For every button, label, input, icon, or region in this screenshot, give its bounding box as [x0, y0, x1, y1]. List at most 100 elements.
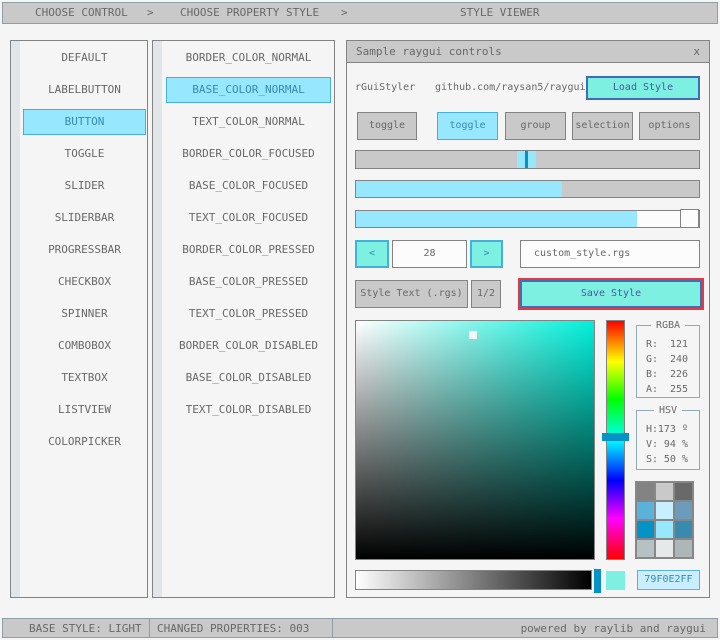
checkbox[interactable]	[680, 209, 699, 228]
list-item-base-color-disabled[interactable]: BASE_COLOR_DISABLED	[166, 365, 331, 391]
hsv-value-s: 50 %	[663, 454, 688, 465]
breadcrumb-choose-control: CHOOSE CONTROL	[35, 6, 128, 19]
control-list: DEFAULT LABELBUTTON BUTTON TOGGLE SLIDER…	[10, 40, 148, 598]
style-palette-grid	[635, 481, 694, 559]
toggle-button[interactable]: toggle	[357, 112, 417, 140]
alpha-bar[interactable]	[355, 570, 592, 590]
list-item-sliderbar[interactable]: SLIDERBAR	[23, 205, 146, 231]
color-picker-panel[interactable]	[355, 320, 595, 560]
rgba-row-a: A: 255	[637, 382, 699, 397]
hsv-row-h: H: 173 º	[637, 422, 699, 437]
list-item-border-color-pressed[interactable]: BORDER_COLOR_PRESSED	[166, 237, 331, 263]
changed-properties-label: CHANGED PROPERTIES: 003	[157, 622, 310, 635]
filename-input[interactable]: custom_style.rgs	[520, 240, 700, 268]
spinner-value[interactable]: 28	[392, 240, 467, 268]
rgba-row-r: R: 121	[637, 337, 699, 352]
slider-handle[interactable]	[517, 151, 537, 168]
save-style-focus-ring: Save Style	[518, 278, 704, 310]
breadcrumb-separator-icon: >	[147, 6, 154, 19]
list-item-base-color-pressed[interactable]: BASE_COLOR_PRESSED	[166, 269, 331, 295]
load-style-button[interactable]: Load Style	[586, 76, 700, 100]
list-item-button[interactable]: BUTTON	[23, 109, 146, 135]
top-status-bar: CHOOSE CONTROL > CHOOSE PROPERTY STYLE >…	[2, 2, 718, 24]
list-item-base-color-focused[interactable]: BASE_COLOR_FOCUSED	[166, 173, 331, 199]
palette-swatch-border-focused[interactable]	[637, 502, 654, 519]
list-item-listview[interactable]: LISTVIEW	[23, 397, 146, 423]
list-item-combobox[interactable]: COMBOBOX	[23, 333, 146, 359]
rgba-value-r: 121	[669, 339, 688, 350]
palette-swatch-base-disabled[interactable]	[656, 540, 673, 557]
progressbar	[355, 210, 700, 228]
list-item-text-color-focused[interactable]: TEXT_COLOR_FOCUSED	[166, 205, 331, 231]
rgba-label-r: R:	[646, 339, 659, 350]
list-item-progressbar[interactable]: PROGRESSBAR	[23, 237, 146, 263]
toggle-group-item-group[interactable]: group	[505, 112, 566, 140]
list-item-border-color-normal[interactable]: BORDER_COLOR_NORMAL	[166, 45, 331, 71]
list-item-border-color-focused[interactable]: BORDER_COLOR_FOCUSED	[166, 141, 331, 167]
window-titlebar[interactable]: Sample raygui controls x	[347, 41, 709, 63]
palette-swatch-base-focused[interactable]	[656, 502, 673, 519]
hsv-groupbox: HSV H: 173 º V: 94 % S: 50 %	[636, 404, 700, 470]
control-list-scrollbar[interactable]	[11, 41, 20, 597]
list-item-text-color-disabled[interactable]: TEXT_COLOR_DISABLED	[166, 397, 331, 423]
list-item-textbox[interactable]: TEXTBOX	[23, 365, 146, 391]
statusbar-base-style: BASE STYLE: LIGHT	[2, 618, 150, 638]
list-item-colorpicker[interactable]: COLORPICKER	[23, 429, 146, 455]
breadcrumb-style-viewer: STYLE VIEWER	[460, 6, 540, 19]
sliderbar[interactable]	[355, 180, 700, 198]
slider[interactable]	[355, 150, 700, 169]
palette-swatch-border-normal[interactable]	[637, 483, 654, 500]
toggle-group-item-toggle[interactable]: toggle	[437, 112, 498, 140]
palette-swatch-text-pressed[interactable]	[675, 521, 692, 538]
toggle-group-item-selection[interactable]: selection	[572, 112, 633, 140]
spinner-increment-button[interactable]: >	[470, 240, 503, 268]
spinner-decrement-button[interactable]: <	[355, 240, 389, 268]
palette-swatch-text-normal[interactable]	[675, 483, 692, 500]
brand-label: rGuiStyler	[355, 82, 416, 93]
hue-bar-handle[interactable]	[602, 432, 629, 441]
window-title: Sample raygui controls	[356, 45, 502, 58]
list-item-text-color-pressed[interactable]: TEXT_COLOR_PRESSED	[166, 301, 331, 327]
list-item-slider[interactable]: SLIDER	[23, 173, 146, 199]
rgba-value-a: 255	[669, 384, 688, 395]
toggle-group-item-options[interactable]: options	[639, 112, 700, 140]
hsv-label-v: V:	[646, 439, 659, 450]
hsv-value-h: 173 º	[657, 424, 688, 435]
palette-swatch-border-disabled[interactable]	[637, 540, 654, 557]
rguistyler-app: { "topbar": { "choose_control": "CHOOSE …	[0, 0, 720, 640]
palette-swatch-base-normal[interactable]	[656, 483, 673, 500]
palette-swatch-border-pressed[interactable]	[637, 521, 654, 538]
save-style-button[interactable]: Save Style	[520, 280, 702, 308]
list-item-toggle[interactable]: TOGGLE	[23, 141, 146, 167]
alpha-bar-handle[interactable]	[594, 569, 601, 593]
palette-swatch-base-pressed[interactable]	[656, 521, 673, 538]
hue-bar[interactable]	[602, 320, 629, 560]
list-item-spinner[interactable]: SPINNER	[23, 301, 146, 327]
style-text-button[interactable]: Style Text (.rgs)	[355, 280, 468, 308]
list-item-text-color-normal[interactable]: TEXT_COLOR_NORMAL	[166, 109, 331, 135]
progressbar-fill	[356, 211, 638, 227]
property-list-scrollbar[interactable]	[153, 41, 162, 597]
rgba-groupbox: RGBA R: 121 G: 240 B: 226 A: 255	[636, 319, 700, 398]
close-icon[interactable]: x	[693, 41, 700, 62]
list-item-checkbox[interactable]: CHECKBOX	[23, 269, 146, 295]
rgba-value-b: 226	[669, 369, 688, 380]
rgba-label-b: B:	[646, 369, 659, 380]
base-style-label: BASE STYLE: LIGHT	[29, 622, 142, 635]
color-picker-cursor[interactable]	[469, 331, 477, 339]
rgba-label-a: A:	[646, 384, 659, 395]
palette-swatch-text-focused[interactable]	[675, 502, 692, 519]
list-item-default[interactable]: DEFAULT	[23, 45, 146, 71]
hsv-row-v: V: 94 %	[637, 437, 699, 452]
rgba-row-g: G: 240	[637, 352, 699, 367]
rgba-title: RGBA	[650, 319, 686, 332]
palette-swatch-text-disabled[interactable]	[675, 540, 692, 557]
hex-color-input[interactable]: 79F0E2FF	[637, 570, 700, 590]
style-viewer-window: Sample raygui controls x rGuiStyler gith…	[346, 40, 710, 598]
pager-button[interactable]: 1/2	[471, 280, 501, 308]
list-item-border-color-disabled[interactable]: BORDER_COLOR_DISABLED	[166, 333, 331, 359]
slider-handle-line	[525, 151, 529, 168]
list-item-labelbutton[interactable]: LABELBUTTON	[23, 77, 146, 103]
hsv-label-s: S:	[646, 454, 659, 465]
list-item-base-color-normal[interactable]: BASE_COLOR_NORMAL	[166, 77, 331, 103]
